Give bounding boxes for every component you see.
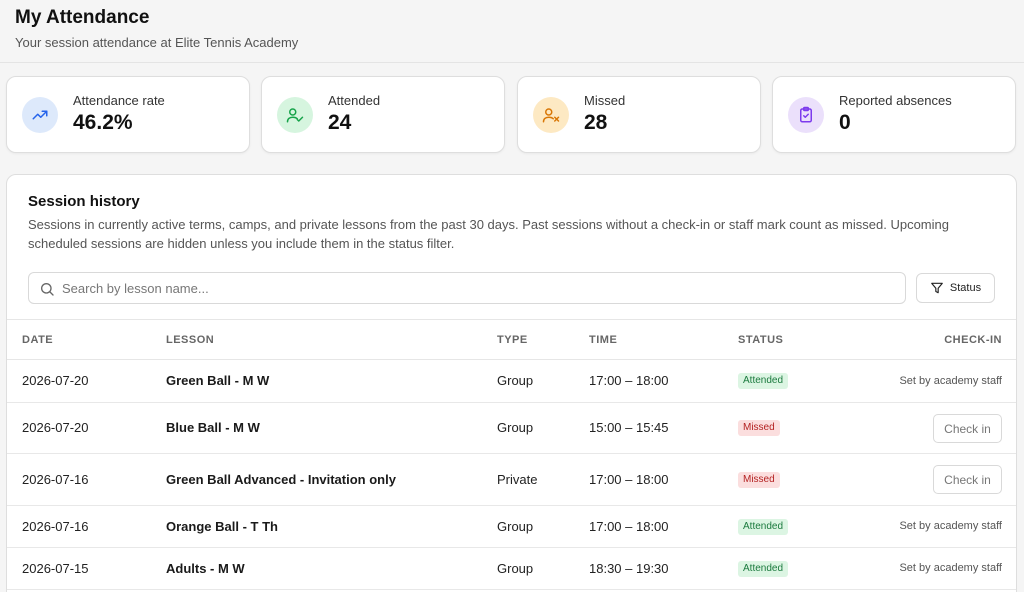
user-x-icon: [533, 97, 569, 133]
stat-card-attendance-rate: Attendance rate 46.2%: [6, 76, 250, 153]
check-in-button[interactable]: Check in: [933, 414, 1002, 443]
user-check-icon: [277, 97, 313, 133]
status-badge: Attended: [738, 561, 789, 577]
page-subtitle: Your session attendance at Elite Tennis …: [15, 35, 299, 50]
stat-card-attended: Attended 24: [261, 76, 505, 153]
session-history-panel: Session history Sessions in currently ac…: [6, 174, 1017, 592]
column-header-date[interactable]: DATE: [22, 334, 53, 346]
status-filter-button[interactable]: Status: [916, 273, 995, 303]
stat-label: Reported absences: [839, 93, 952, 108]
row-type: Group: [497, 519, 534, 534]
filter-icon: [931, 282, 943, 294]
search-icon: [41, 283, 54, 296]
stat-value: 46.2%: [73, 111, 133, 134]
row-time: 17:00 – 18:00: [589, 373, 669, 388]
stat-card-missed: Missed 28: [517, 76, 761, 153]
row-type: Private: [497, 472, 538, 487]
row-time: 18:30 – 19:30: [589, 561, 669, 576]
stat-value: 28: [584, 111, 608, 134]
row-lesson: Orange Ball - T Th: [166, 519, 278, 534]
row-type: Group: [497, 373, 534, 388]
stat-label: Missed: [584, 93, 626, 108]
row-lesson: Adults - M W: [166, 561, 245, 576]
stat-label: Attended: [328, 93, 381, 108]
section-title: Session history: [28, 193, 140, 210]
row-date: 2026-07-20: [22, 373, 89, 388]
row-type: Group: [497, 420, 534, 435]
clipboard-check-icon: [788, 97, 824, 133]
stat-value: 0: [839, 111, 851, 134]
column-header-lesson[interactable]: LESSON: [166, 334, 214, 346]
row-time: 17:00 – 18:00: [589, 519, 669, 534]
table-row: 2026-07-20 Green Ball - M W Group 17:00 …: [7, 360, 1016, 403]
column-header-checkin[interactable]: CHECK-IN: [944, 334, 1002, 346]
table-row: 2026-07-16 Orange Ball - T Th Group 17:0…: [7, 506, 1016, 548]
row-date: 2026-07-16: [22, 472, 89, 487]
checkin-note: Set by academy staff: [899, 520, 1002, 532]
row-date: 2026-07-15: [22, 561, 89, 576]
row-lesson: Blue Ball - M W: [166, 420, 260, 435]
status-badge: Missed: [738, 472, 780, 488]
row-lesson: Green Ball - M W: [166, 373, 270, 388]
status-badge: Attended: [738, 373, 789, 389]
checkin-note: Set by academy staff: [899, 375, 1002, 387]
table-row: 2026-07-15 Adults - M W Group 18:30 – 19…: [7, 548, 1016, 590]
row-lesson: Green Ball Advanced - Invitation only: [166, 472, 396, 487]
stat-card-reported-absences: Reported absences 0: [772, 76, 1016, 153]
table-row: 2026-07-20 Blue Ball - M W Group 15:00 –…: [7, 403, 1016, 454]
column-header-type[interactable]: TYPE: [497, 334, 528, 346]
row-date: 2026-07-20: [22, 420, 89, 435]
row-date: 2026-07-16: [22, 519, 89, 534]
stat-label: Attendance rate: [73, 93, 165, 108]
stat-value: 24: [328, 111, 352, 134]
row-time: 15:00 – 15:45: [589, 420, 669, 435]
status-filter-label: Status: [949, 282, 982, 294]
checkin-note: Set by academy staff: [899, 562, 1002, 574]
row-type: Group: [497, 561, 534, 576]
table-row: 2026-07-16 Green Ball Advanced - Invitat…: [7, 454, 1016, 506]
page-header: My Attendance Your session attendance at…: [0, 0, 1024, 63]
search-box[interactable]: [28, 272, 906, 304]
session-table: DATE LESSON TYPE TIME STATUS CHECK-IN 20…: [7, 319, 1016, 590]
check-in-button[interactable]: Check in: [933, 465, 1002, 494]
status-badge: Missed: [738, 420, 780, 436]
section-description: Sessions in currently active terms, camp…: [28, 217, 949, 251]
column-header-status[interactable]: STATUS: [738, 334, 783, 346]
stats-row: Attendance rate 46.2% Attended 24 Missed…: [6, 76, 1018, 154]
status-badge: Attended: [738, 519, 789, 535]
search-input[interactable]: [62, 273, 892, 303]
row-time: 17:00 – 18:00: [589, 472, 669, 487]
table-header: DATE LESSON TYPE TIME STATUS CHECK-IN: [7, 319, 1016, 360]
column-header-time[interactable]: TIME: [589, 334, 617, 346]
trending-up-icon: [22, 97, 58, 133]
page-title: My Attendance: [15, 7, 150, 28]
